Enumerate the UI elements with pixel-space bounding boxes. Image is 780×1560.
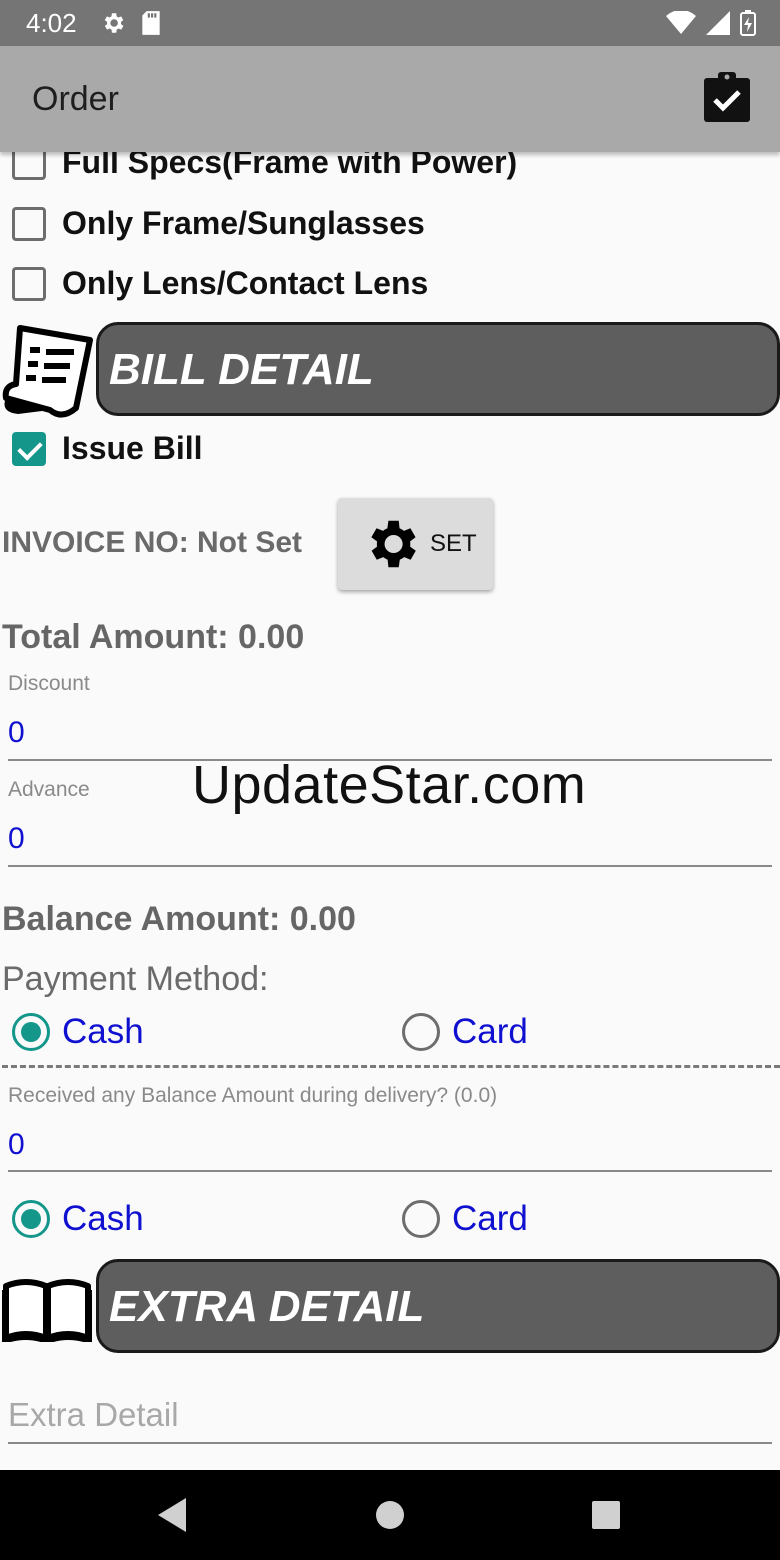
extra-detail-input[interactable]: Extra Detail [8, 1396, 179, 1434]
recents-icon[interactable] [591, 1500, 621, 1530]
payment-method-label: Payment Method: [2, 960, 269, 998]
radio-button[interactable] [402, 1013, 440, 1051]
balance-amount-label: Balance Amount: 0.00 [2, 900, 356, 938]
clipboard-check-icon[interactable] [702, 72, 752, 124]
delivery-balance-label: Received any Balance Amount during deliv… [8, 1084, 498, 1107]
status-bar: 4:02 [0, 0, 780, 46]
checkbox-box[interactable] [12, 152, 46, 180]
wifi-icon [666, 11, 696, 34]
status-time: 4:02 [26, 8, 77, 38]
dashed-divider [2, 1065, 780, 1068]
advance-underline [8, 865, 772, 867]
payment-radio-cash[interactable]: Cash [12, 1012, 144, 1052]
battery-icon [740, 10, 756, 36]
advance-input[interactable]: 0 [8, 822, 25, 856]
extra-detail-underline [8, 1442, 772, 1444]
discount-label: Discount [8, 672, 90, 695]
set-invoice-button[interactable]: SET [338, 498, 493, 590]
signal-icon [706, 11, 730, 35]
radio-button[interactable] [402, 1200, 440, 1238]
home-icon[interactable] [375, 1500, 405, 1530]
delivery-radio-card[interactable]: Card [402, 1199, 528, 1239]
gear-icon [371, 520, 416, 568]
order-form: Full Specs(Frame with Power) Only Frame/… [0, 152, 780, 1470]
watermark-text: UpdateStar.com [192, 755, 587, 815]
checkbox-only-lens[interactable]: Only Lens/Contact Lens [12, 265, 428, 302]
checkbox-full-specs[interactable]: Full Specs(Frame with Power) [12, 152, 517, 181]
page-title: Order [32, 80, 119, 118]
bill-detail-header: BILL DETAIL [96, 322, 780, 416]
settings-gear-icon [104, 13, 124, 33]
bill-receipt-icon [2, 325, 93, 418]
navigation-bar [0, 1470, 780, 1560]
checkbox-only-frame[interactable]: Only Frame/Sunglasses [12, 205, 425, 242]
delivery-balance-input[interactable]: 0 [8, 1128, 25, 1162]
radio-button[interactable] [12, 1013, 50, 1051]
delivery-balance-underline [8, 1170, 772, 1172]
total-amount-label: Total Amount: 0.00 [2, 618, 305, 656]
radio-button[interactable] [12, 1200, 50, 1238]
checkbox-box[interactable] [12, 206, 46, 241]
extra-detail-header: EXTRA DETAIL [96, 1259, 780, 1353]
checkbox-issue-bill[interactable]: Issue Bill [12, 430, 203, 467]
payment-radio-card[interactable]: Card [402, 1012, 528, 1052]
discount-input[interactable]: 0 [8, 716, 25, 750]
app-bar: Order [0, 46, 780, 152]
checkbox-box[interactable] [12, 431, 46, 466]
advance-label: Advance [8, 778, 90, 801]
back-icon[interactable] [158, 1498, 186, 1532]
sd-card-icon [142, 11, 160, 35]
checkbox-box[interactable] [12, 266, 46, 301]
invoice-number-label: INVOICE NO: Not Set [2, 526, 303, 559]
open-book-icon [2, 1279, 92, 1342]
delivery-radio-cash[interactable]: Cash [12, 1199, 144, 1239]
